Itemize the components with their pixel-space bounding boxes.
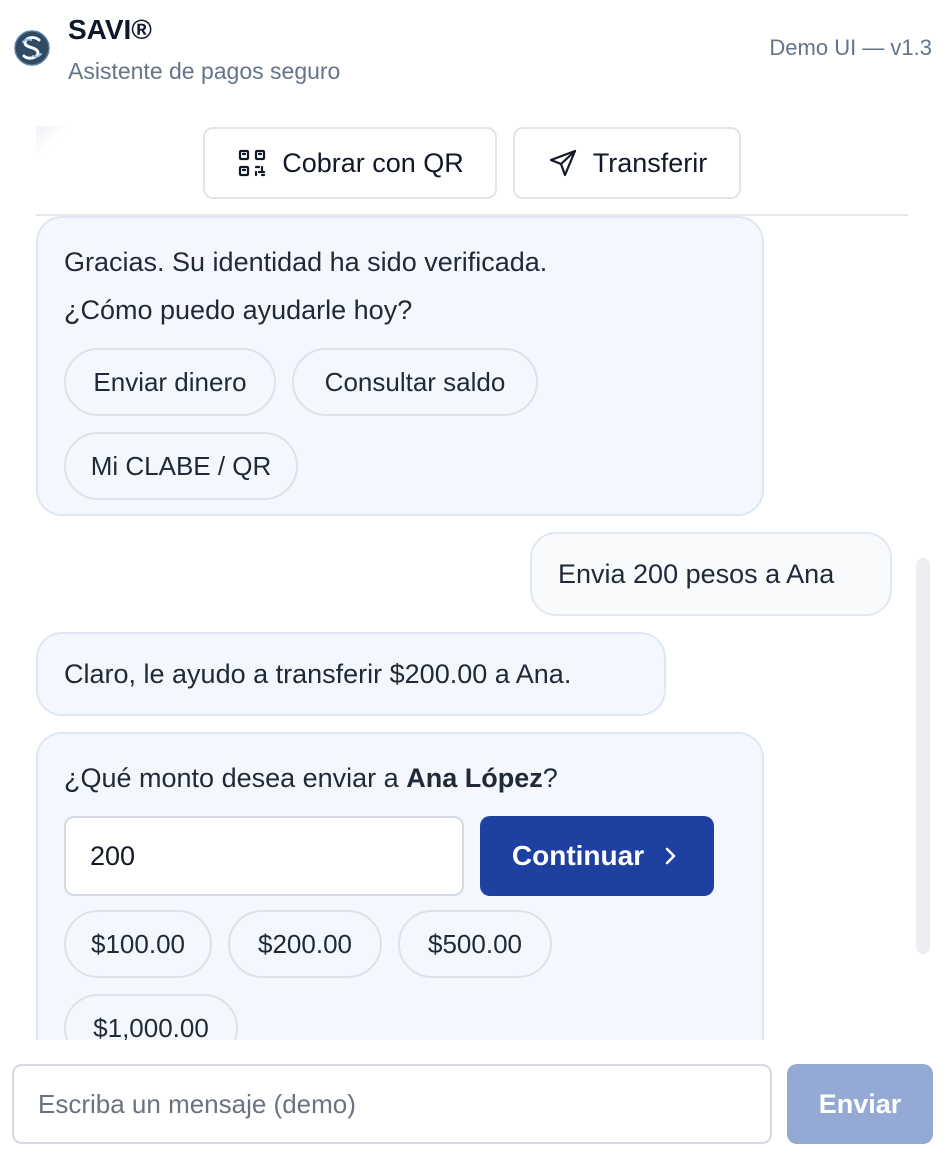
app-subtitle: Asistente de pagos seguro: [68, 58, 341, 84]
option-check-balance[interactable]: Consultar saldo: [292, 348, 538, 416]
message-composer: Enviar: [0, 1040, 946, 1166]
option-send-money[interactable]: Enviar dinero: [64, 348, 276, 416]
qr-charge-label: Cobrar con QR: [282, 147, 464, 178]
savi-logo-icon: [14, 30, 50, 66]
app-title: SAVI®: [68, 14, 152, 45]
decorative-corner: [36, 126, 66, 154]
transfer-button[interactable]: Transferir: [513, 127, 741, 199]
amount-input[interactable]: [64, 816, 464, 896]
reply-text: Claro, le ayudo a transferir $200.00 a A…: [64, 658, 572, 689]
version-label: Demo UI — v1.3: [769, 35, 932, 60]
quick-action-bar: Cobrar con QR Transferir: [36, 126, 908, 216]
bot-message-amount-prompt: ¿Qué monto desea enviar a Ana López? Con…: [36, 732, 764, 1040]
message-input[interactable]: [12, 1064, 772, 1144]
chat-thread[interactable]: Gracias. Su identidad ha sido verificada…: [0, 216, 946, 1040]
option-clabe-qr[interactable]: Mi CLABE / QR: [64, 432, 298, 500]
quick-amount-100[interactable]: $100.00: [64, 910, 212, 978]
amount-question-suffix: ?: [542, 763, 558, 793]
continue-button[interactable]: Continuar: [480, 816, 714, 896]
chevron-right-icon: [665, 847, 676, 865]
bot-message-welcome: Gracias. Su identidad ha sido verificada…: [36, 216, 764, 516]
welcome-line-2: ¿Cómo puedo ayudarle hoy?: [64, 295, 413, 325]
quick-amount-200[interactable]: $200.00: [228, 910, 382, 978]
send-button[interactable]: Enviar: [787, 1064, 933, 1144]
qr-code-icon: [239, 149, 266, 177]
bot-message-reply: Claro, le ayudo a transferir $200.00 a A…: [36, 632, 666, 716]
quick-amount-500[interactable]: $500.00: [398, 910, 552, 978]
continue-label: Continuar: [511, 840, 645, 871]
amount-question: ¿Qué monto desea enviar a Ana López?: [64, 754, 736, 802]
welcome-line-1: Gracias. Su identidad ha sido verificada…: [64, 247, 548, 277]
amount-question-prefix: ¿Qué monto desea enviar a: [64, 763, 407, 793]
transfer-label: Transferir: [592, 147, 708, 178]
app-root: SAVI® Asistente de pagos seguro Demo UI …: [0, 0, 946, 1166]
user-message: Envia 200 pesos a Ana: [530, 532, 892, 616]
chat-scrollbar[interactable]: [916, 558, 930, 954]
qr-charge-button[interactable]: Cobrar con QR: [203, 127, 497, 199]
app-header: SAVI® Asistente de pagos seguro Demo UI …: [0, 0, 946, 100]
user-message-text: Envia 200 pesos a Ana: [558, 558, 835, 589]
send-icon: [549, 149, 576, 177]
quick-amount-1000[interactable]: $1,000.00: [64, 994, 238, 1040]
recipient-name: Ana López: [406, 763, 543, 793]
